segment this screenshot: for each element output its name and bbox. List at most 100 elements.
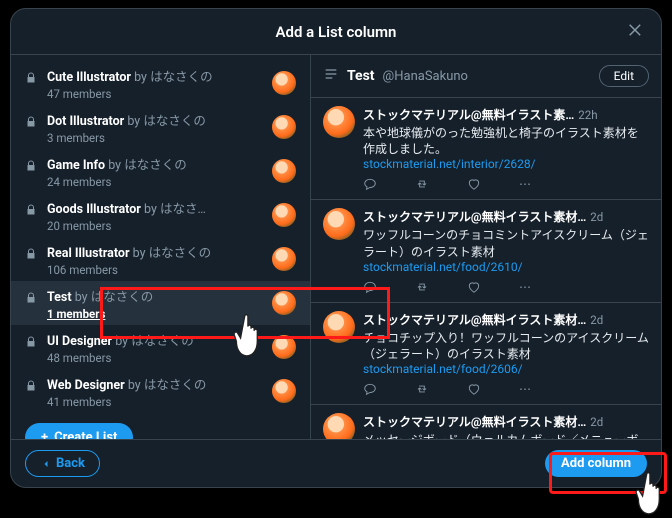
reply-icon[interactable] <box>363 177 377 191</box>
avatar <box>323 413 355 439</box>
like-icon[interactable] <box>467 177 481 191</box>
tweet-body: ストックマテリアル@無料イラスト素…22h本や地球儀がのった勉強机と椅子のイラス… <box>363 106 649 191</box>
reply-icon[interactable] <box>363 280 377 294</box>
list-name: Web Designer <box>47 378 125 393</box>
avatar <box>272 379 296 403</box>
list-by: by <box>115 334 128 349</box>
list-item[interactable]: Dot Illustrator by はなさくの3 members <box>11 105 310 149</box>
list-name: Real Illustrator <box>47 246 130 261</box>
tweet[interactable]: ストックマテリアル@無料イラスト素材…2dワッフルコーンのチョコミントアイスクリ… <box>311 200 661 302</box>
lock-icon <box>25 336 37 348</box>
list-author: はなさくの <box>150 70 213 85</box>
plus-icon: + <box>41 430 48 439</box>
more-icon[interactable]: ⋯ <box>519 177 533 191</box>
dialog-title: Add a List column <box>276 23 397 41</box>
preview-header: Test @HanaSakuno Edit <box>311 55 661 98</box>
lock-icon <box>25 248 37 260</box>
list-text: Test by はなさくの1 members <box>47 286 262 321</box>
avatar <box>323 311 355 343</box>
lock-icon <box>25 204 37 216</box>
tweet-time: 2d <box>590 415 603 429</box>
list-members: 106 members <box>47 263 262 277</box>
close-icon <box>627 21 645 39</box>
tweet-time: 22h <box>578 108 597 122</box>
list-by: by <box>144 202 157 217</box>
list-item[interactable]: Cute Illustrator by はなさくの47 members <box>11 61 310 105</box>
preview-handle: @HanaSakuno <box>383 69 468 84</box>
reply-icon[interactable] <box>363 382 377 396</box>
list-item[interactable]: Goods Illustrator by はなさ…20 members <box>11 193 310 237</box>
tweet-actions: ⋯ <box>363 177 649 191</box>
more-icon[interactable]: ⋯ <box>519 280 533 294</box>
list-item[interactable]: Test by はなさくの1 members <box>11 281 310 325</box>
retweet-icon[interactable] <box>415 382 429 396</box>
avatar <box>272 159 296 183</box>
list-item[interactable]: UI Designer by はなさくの 48 members <box>11 325 310 369</box>
list-members: 3 members <box>47 131 262 145</box>
tweet-body: ストックマテリアル@無料イラスト素材…2dチョコチップ入り！ワッフルコーンのアイ… <box>363 311 649 396</box>
list-by: by <box>108 158 121 173</box>
list-icon <box>323 66 339 86</box>
create-list-button[interactable]: + Create List <box>25 423 133 439</box>
tweet-text: チョコチップ入り！ワッフルコーンのアイスクリーム（ジェラート）のイラスト素材 <box>363 330 649 362</box>
list-members: 48 members <box>47 351 262 365</box>
dialog-body: Cute Illustrator by はなさくの47 membersDot I… <box>11 55 661 439</box>
tweet-body: ストックマテリアル@無料イラスト素材…2dワッフルコーンのチョコミントアイスクリ… <box>363 208 649 293</box>
more-icon[interactable]: ⋯ <box>519 382 533 396</box>
lock-icon <box>25 333 37 352</box>
lock-icon <box>25 116 37 128</box>
back-button[interactable]: Back <box>25 450 100 477</box>
list-name: Test <box>47 290 72 305</box>
list-item[interactable]: Game Info by はなさくの24 members <box>11 149 310 193</box>
lock-icon <box>25 380 37 392</box>
tweet-link[interactable]: stockmaterial.net/food/2610/ <box>363 260 649 274</box>
arrow-left-icon <box>40 458 52 470</box>
tweet[interactable]: ストックマテリアル@無料イラスト素材…2dメッセージボード（ウェルカムボード／メ… <box>311 405 661 439</box>
create-list-label: Create List <box>54 430 117 439</box>
tweet[interactable]: ストックマテリアル@無料イラスト素…22h本や地球儀がのった勉強机と椅子のイラス… <box>311 98 661 200</box>
add-column-button[interactable]: Add column <box>545 450 647 477</box>
list-author: はなさくの <box>131 334 194 349</box>
list-item[interactable]: Real Illustrator by はなさくの106 members <box>11 237 310 281</box>
tweet[interactable]: ストックマテリアル@無料イラスト素材…2dチョコチップ入り！ワッフルコーンのアイ… <box>311 303 661 405</box>
list-author: はなさくの <box>91 290 154 305</box>
lock-icon <box>25 377 37 396</box>
lock-icon <box>25 201 37 220</box>
lock-icon <box>25 292 37 304</box>
list-author: はなさくの <box>149 246 212 261</box>
lock-icon <box>25 72 37 84</box>
avatar <box>272 115 296 139</box>
lock-icon <box>25 69 37 88</box>
like-icon[interactable] <box>467 382 481 396</box>
lock-icon <box>25 157 37 176</box>
tweet-link[interactable]: stockmaterial.net/interior/2628/ <box>363 157 649 171</box>
lists-panel[interactable]: Cute Illustrator by はなさくの47 membersDot I… <box>11 55 311 439</box>
list-text: Game Info by はなさくの24 members <box>47 154 262 189</box>
list-text: Goods Illustrator by はなさ…20 members <box>47 198 262 233</box>
list-members: 47 members <box>47 87 262 101</box>
list-name: UI Designer <box>47 334 112 349</box>
preview-panel: Test @HanaSakuno Edit ストックマテリアル@無料イラスト素…… <box>311 55 661 439</box>
list-by: by <box>127 114 140 129</box>
tweet-text: ワッフルコーンのチョコミントアイスクリーム（ジェラート）のイラスト素材 <box>363 227 649 259</box>
tweet-time: 2d <box>590 313 603 327</box>
tweet-link[interactable]: stockmaterial.net/food/2606/ <box>363 362 649 376</box>
list-item[interactable]: Web Designer by はなさくの 41 members <box>11 369 310 413</box>
tweet-text: 本や地球儀がのった勉強机と椅子のイラスト素材を作成しました。 <box>363 125 649 157</box>
like-icon[interactable] <box>467 280 481 294</box>
add-list-column-dialog: Add a List column Cute Illustrator by はな… <box>10 8 662 488</box>
lock-icon <box>25 113 37 132</box>
tweets-list[interactable]: ストックマテリアル@無料イラスト素…22h本や地球儀がのった勉強机と椅子のイラス… <box>311 98 661 439</box>
list-author: はなさくの <box>144 378 207 393</box>
edit-button[interactable]: Edit <box>599 65 649 87</box>
close-button[interactable] <box>627 21 647 41</box>
dialog-header: Add a List column <box>11 9 661 55</box>
list-members: 41 members <box>47 395 262 409</box>
retweet-icon[interactable] <box>415 280 429 294</box>
avatar <box>323 208 355 240</box>
list-author: はなさくの <box>143 114 206 129</box>
retweet-icon[interactable] <box>415 177 429 191</box>
avatar <box>272 203 296 227</box>
list-by: by <box>128 378 141 393</box>
lock-icon <box>25 289 37 308</box>
